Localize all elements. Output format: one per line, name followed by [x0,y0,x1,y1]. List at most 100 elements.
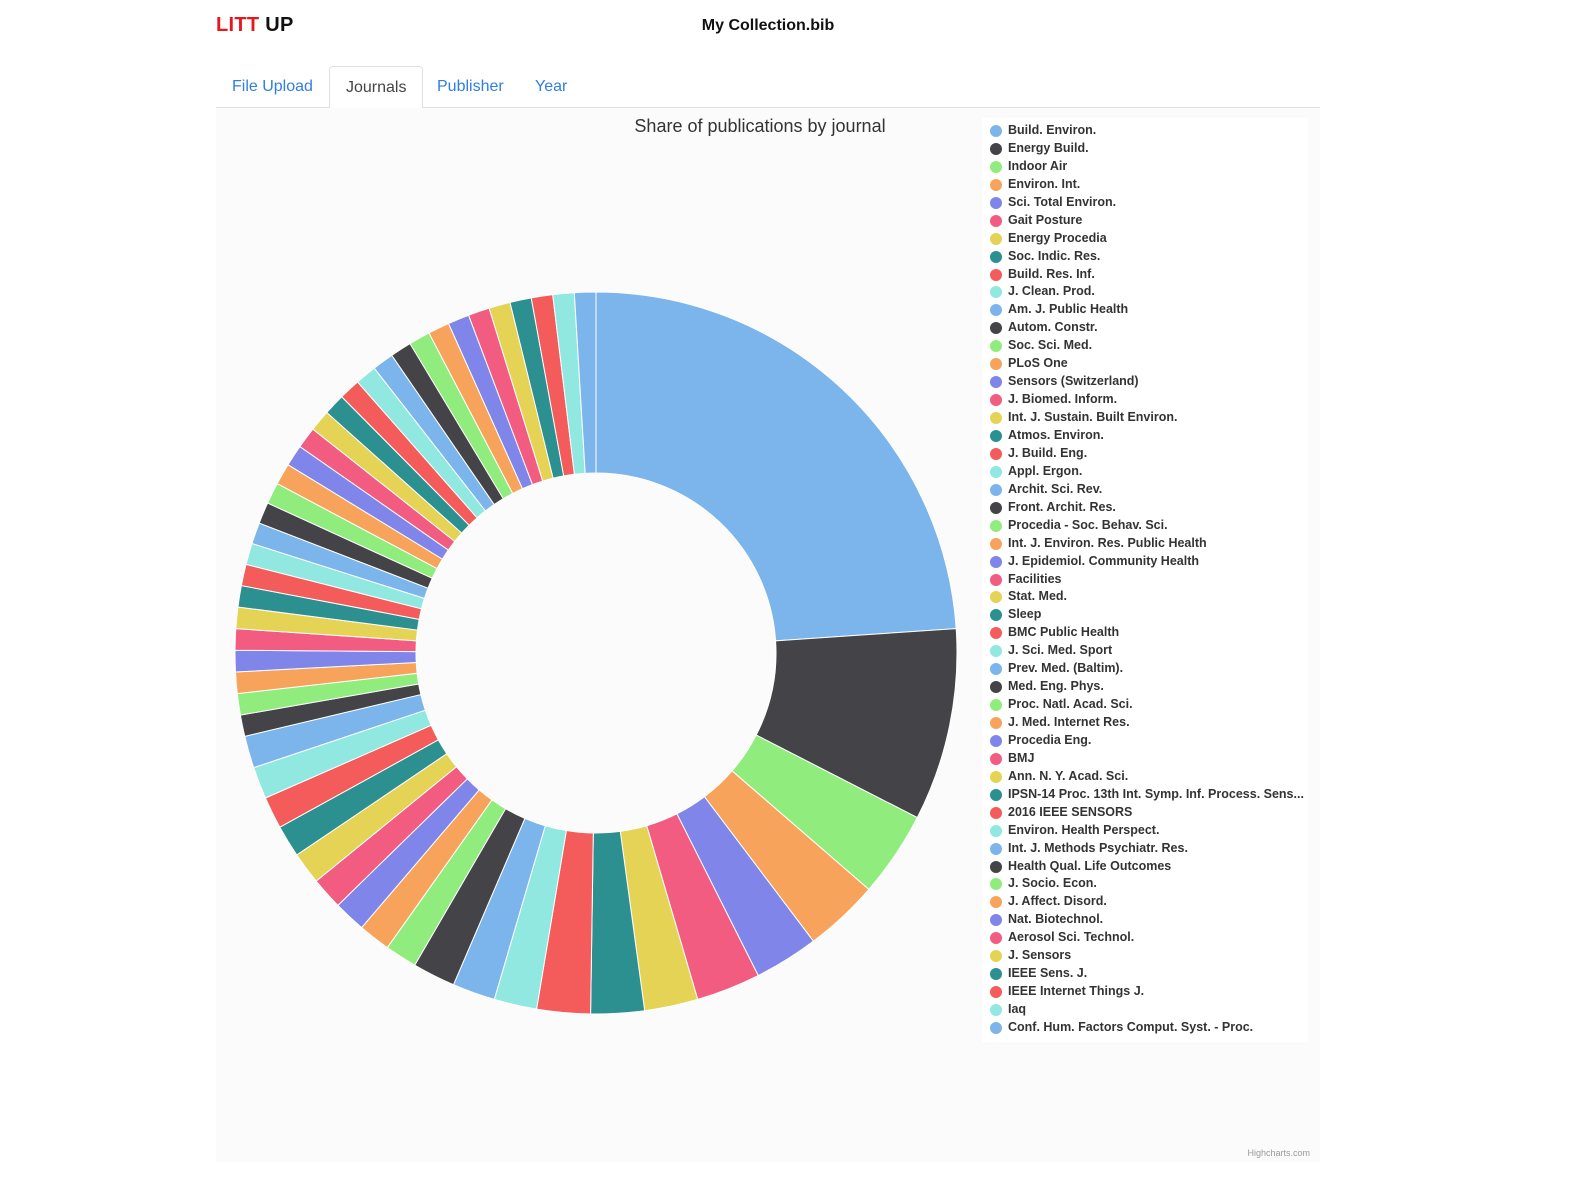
legend-marker-icon [990,447,1002,460]
legend-item[interactable]: Sci. Total Environ. [990,194,1306,212]
tab-journals[interactable]: Journals [329,66,424,109]
legend-label: Environ. Health Perspect. [1008,822,1160,837]
legend-item[interactable]: Aerosol Sci. Technol. [990,929,1306,947]
legend-item[interactable]: Conf. Hum. Factors Comput. Syst. - Proc. [990,1019,1306,1037]
legend-label: J. Build. Eng. [1008,445,1088,460]
legend-item[interactable]: Prev. Med. (Baltim). [990,660,1306,678]
legend-item[interactable]: Autom. Constr. [990,319,1306,337]
legend-label: Sci. Total Environ. [1008,194,1117,209]
legend-marker-icon [990,125,1002,137]
file-name-title: My Collection.bib [701,17,835,34]
legend-item[interactable]: Am. J. Public Health [990,301,1306,319]
legend-label: J. Sci. Med. Sport [1008,643,1113,658]
legend-item[interactable]: J. Sci. Med. Sport [990,642,1306,660]
tab-year[interactable]: Year [519,66,583,108]
legend-marker-icon [990,286,1002,299]
legend-item[interactable]: Ann. N. Y. Acad. Sci. [990,768,1306,786]
legend-marker-icon [990,663,1002,676]
legend-marker-icon [990,376,1002,389]
legend-label: BMJ [1008,750,1035,765]
legend-item[interactable]: Energy Procedia [990,230,1306,248]
legend-item[interactable]: Stat. Med. [990,588,1306,606]
legend-item[interactable]: Environ. Int. [990,176,1306,194]
legend-marker-icon [990,896,1002,909]
legend-item[interactable]: J. Build. Eng. [990,445,1306,463]
legend-marker-icon [990,519,1002,532]
legend-marker-icon [990,717,1002,730]
legend-label: Gait Posture [1008,212,1083,227]
legend-item[interactable]: Int. J. Environ. Res. Public Health [990,535,1306,553]
legend-item[interactable]: Facilities [990,571,1306,589]
legend-label: Int. J. Sustain. Built Environ. [1008,410,1178,425]
legend-item[interactable]: Proc. Natl. Acad. Sci. [990,696,1306,714]
legend-label: J. Sensors [1008,948,1072,963]
legend-marker-icon [990,752,1002,765]
legend-label: J. Socio. Econ. [1008,876,1097,891]
legend-item[interactable]: Procedia - Soc. Behav. Sci. [990,517,1306,535]
legend-marker-icon [990,483,1002,496]
legend-label: Soc. Sci. Med. [1008,338,1093,353]
legend-item[interactable]: IEEE Internet Things J. [990,983,1306,1001]
tab-file-upload[interactable]: File Upload [216,66,329,108]
legend-label: Energy Build. [1008,140,1089,155]
legend-marker-icon [990,968,1002,981]
legend-label: Facilities [1008,571,1062,586]
legend-marker-icon [990,788,1002,801]
legend-marker-icon [990,806,1002,819]
legend-marker-icon [990,178,1002,191]
legend-label: J. Epidemiol. Community Health [1008,553,1199,568]
legend-marker-icon [990,268,1002,281]
pie-slice[interactable] [595,291,957,642]
legend-item[interactable]: Atmos. Environ. [990,427,1306,445]
legend-marker-icon [990,322,1002,335]
legend-item[interactable]: J. Socio. Econ. [990,875,1306,893]
legend-item[interactable]: Build. Res. Inf. [990,266,1306,284]
legend-item[interactable]: J. Affect. Disord. [990,893,1306,911]
legend-item[interactable]: BMC Public Health [990,624,1306,642]
legend-item[interactable]: Appl. Ergon. [990,463,1306,481]
legend-item[interactable]: J. Med. Internet Res. [990,714,1306,732]
legend-label: Stat. Med. [1008,589,1068,604]
legend-item[interactable]: Build. Environ. [990,122,1306,140]
legend-item[interactable]: 2016 IEEE SENSORS [990,804,1306,822]
legend-marker-icon [990,232,1002,245]
tab-publisher[interactable]: Publisher [421,66,520,108]
legend-item[interactable]: Archit. Sci. Rev. [990,481,1306,499]
legend-item[interactable]: IEEE Sens. J. [990,965,1306,983]
legend-item[interactable]: BMJ [990,750,1306,768]
legend-label: Soc. Indic. Res. [1008,248,1101,263]
legend-item[interactable]: Environ. Health Perspect. [990,822,1306,840]
legend-label: Med. Eng. Phys. [1008,679,1104,694]
legend-label: Appl. Ergon. [1008,463,1083,478]
legend-label: Ann. N. Y. Acad. Sci. [1008,768,1129,783]
legend-label: Front. Archit. Res. [1008,499,1116,514]
legend-item[interactable]: Nat. Biotechnol. [990,911,1306,929]
legend-item[interactable]: J. Epidemiol. Community Health [990,553,1306,571]
legend-marker-icon [990,555,1002,568]
legend-item[interactable]: Procedia Eng. [990,732,1306,750]
legend-item[interactable]: Soc. Indic. Res. [990,248,1306,266]
legend-item[interactable]: Int. J. Methods Psychiatr. Res. [990,840,1306,858]
legend-item[interactable]: J. Clean. Prod. [990,283,1306,301]
legend-marker-icon [990,1022,1002,1034]
legend-item[interactable]: IPSN-14 Proc. 13th Int. Symp. Inf. Proce… [990,786,1306,804]
legend-item[interactable]: Med. Eng. Phys. [990,678,1306,696]
chart-credits[interactable]: Highcharts.com [1247,1148,1310,1158]
legend-item[interactable]: Gait Posture [990,212,1306,230]
legend-item[interactable]: Soc. Sci. Med. [990,337,1306,355]
legend-label: J. Affect. Disord. [1008,894,1107,909]
legend-item[interactable]: Energy Build. [990,140,1306,158]
legend-item[interactable]: Health Qual. Life Outcomes [990,858,1306,876]
legend-item[interactable]: Sleep [990,606,1306,624]
legend-item[interactable]: J. Biomed. Inform. [990,391,1306,409]
legend-label: Iaq [1008,1002,1027,1017]
legend-label: Build. Environ. [1008,123,1097,137]
legend-item[interactable]: Sensors (Switzerland) [990,373,1306,391]
legend-item[interactable]: Indoor Air [990,158,1306,176]
legend-marker-icon [990,609,1002,622]
legend-item[interactable]: Front. Archit. Res. [990,499,1306,517]
legend-item[interactable]: PLoS One [990,355,1306,373]
legend-item[interactable]: J. Sensors [990,947,1306,965]
legend-item[interactable]: Int. J. Sustain. Built Environ. [990,409,1306,427]
legend-item[interactable]: Iaq [990,1001,1306,1019]
